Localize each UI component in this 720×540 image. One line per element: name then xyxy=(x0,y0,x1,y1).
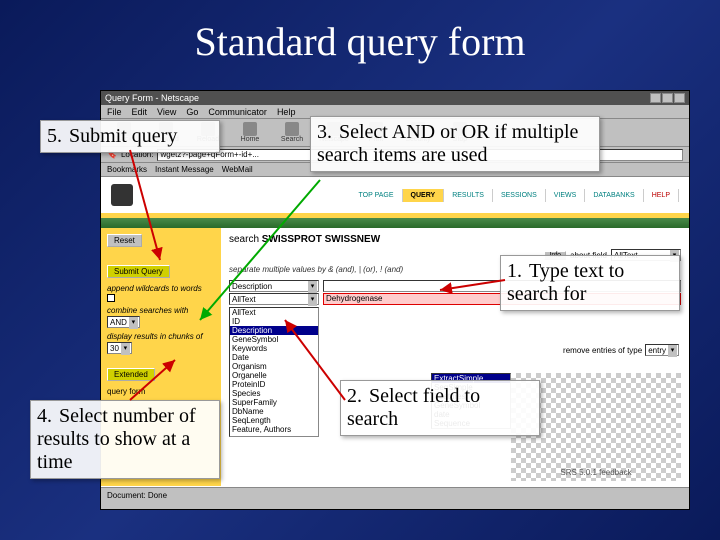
close-icon[interactable] xyxy=(674,93,685,103)
remove-label: remove entries of type xyxy=(563,346,642,355)
field2-select[interactable]: AllText xyxy=(229,293,319,305)
window-title: Query Form - Netscape xyxy=(105,93,199,103)
queryform-label: query form xyxy=(107,387,215,396)
window-titlebar: Query Form - Netscape xyxy=(101,91,689,105)
home-button[interactable]: Home xyxy=(233,122,267,143)
tab-top[interactable]: TOP PAGE xyxy=(351,189,403,202)
menu-help[interactable]: Help xyxy=(277,107,296,117)
chunks-label: display results in chunks of xyxy=(107,332,215,341)
tab-databanks[interactable]: DATABANKS xyxy=(585,189,643,202)
bookmark-link[interactable]: Instant Message xyxy=(155,165,214,174)
combine-label: combine searches with xyxy=(107,306,215,315)
field-list[interactable]: AllText ID Description GeneSymbol Keywor… xyxy=(229,307,319,437)
tab-views[interactable]: VIEWS xyxy=(546,189,586,202)
minimize-icon[interactable] xyxy=(650,93,661,103)
reset-button[interactable]: Reset xyxy=(107,234,142,247)
home-icon xyxy=(243,122,257,136)
chunks-select[interactable]: 30 xyxy=(107,342,132,354)
remove-select[interactable]: entry xyxy=(645,344,679,356)
menu-go[interactable]: Go xyxy=(186,107,198,117)
slide-title: Standard query form xyxy=(0,0,720,73)
callout-2: 2.Select field to search xyxy=(340,380,540,436)
submit-query-button[interactable]: Submit Query xyxy=(107,265,170,278)
search-button[interactable]: Search xyxy=(275,122,309,143)
callout-3: 3.Select AND or OR if multiple search it… xyxy=(310,116,600,172)
menu-communicator[interactable]: Communicator xyxy=(208,107,267,117)
srs-logo-icon xyxy=(111,184,133,206)
callout-1: 1.Type text to search for xyxy=(500,255,680,311)
search-icon xyxy=(285,122,299,136)
callout-4: 4.Select number of results to show at a … xyxy=(30,400,220,479)
remove-row: remove entries of type entry xyxy=(563,344,679,356)
divider xyxy=(101,218,689,228)
status-text: Document: Done xyxy=(107,491,167,500)
menu-edit[interactable]: Edit xyxy=(132,107,148,117)
list-item[interactable]: AllText xyxy=(230,308,318,317)
list-item[interactable]: Species xyxy=(230,389,318,398)
list-item[interactable]: SeqLength xyxy=(230,416,318,425)
list-item[interactable]: ID xyxy=(230,317,318,326)
append-label: append wildcards to words xyxy=(107,284,215,293)
callout-5: 5.Submit query xyxy=(40,120,220,153)
tab-results[interactable]: RESULTS xyxy=(444,189,493,202)
list-item[interactable]: Organism xyxy=(230,362,318,371)
list-item[interactable]: Date xyxy=(230,353,318,362)
menu-view[interactable]: View xyxy=(157,107,176,117)
srs-header: TOP PAGE QUERY RESULTS SESSIONS VIEWS DA… xyxy=(101,177,689,213)
bookmark-link[interactable]: WebMail xyxy=(222,165,253,174)
tab-query[interactable]: QUERY xyxy=(403,189,445,202)
list-item[interactable]: Description xyxy=(230,326,318,335)
maximize-icon[interactable] xyxy=(662,93,673,103)
bookmark-link[interactable]: Bookmarks xyxy=(107,165,147,174)
tab-help[interactable]: HELP xyxy=(644,189,679,202)
list-item[interactable]: SuperFamily xyxy=(230,398,318,407)
list-item[interactable]: GeneSymbol xyxy=(230,335,318,344)
tab-sessions[interactable]: SESSIONS xyxy=(493,189,546,202)
list-item[interactable]: ProteinID xyxy=(230,380,318,389)
menu-file[interactable]: File xyxy=(107,107,122,117)
list-item[interactable]: Keywords xyxy=(230,344,318,353)
combine-select[interactable]: AND xyxy=(107,316,140,328)
list-item[interactable]: Feature, Authors xyxy=(230,425,318,434)
srs-tabs: TOP PAGE QUERY RESULTS SESSIONS VIEWS DA… xyxy=(351,189,679,202)
list-item[interactable]: Organelle xyxy=(230,371,318,380)
field1-select[interactable]: Description xyxy=(229,280,319,292)
srs-footer: SRS 5.0.1 feedback xyxy=(560,468,631,477)
extended-button[interactable]: Extended xyxy=(107,368,155,381)
list-item[interactable]: DbName xyxy=(230,407,318,416)
append-checkbox[interactable] xyxy=(107,294,115,302)
status-bar: Document: Done xyxy=(101,487,689,503)
search-title: search SWISSPROT SWISSNEW xyxy=(229,232,681,249)
